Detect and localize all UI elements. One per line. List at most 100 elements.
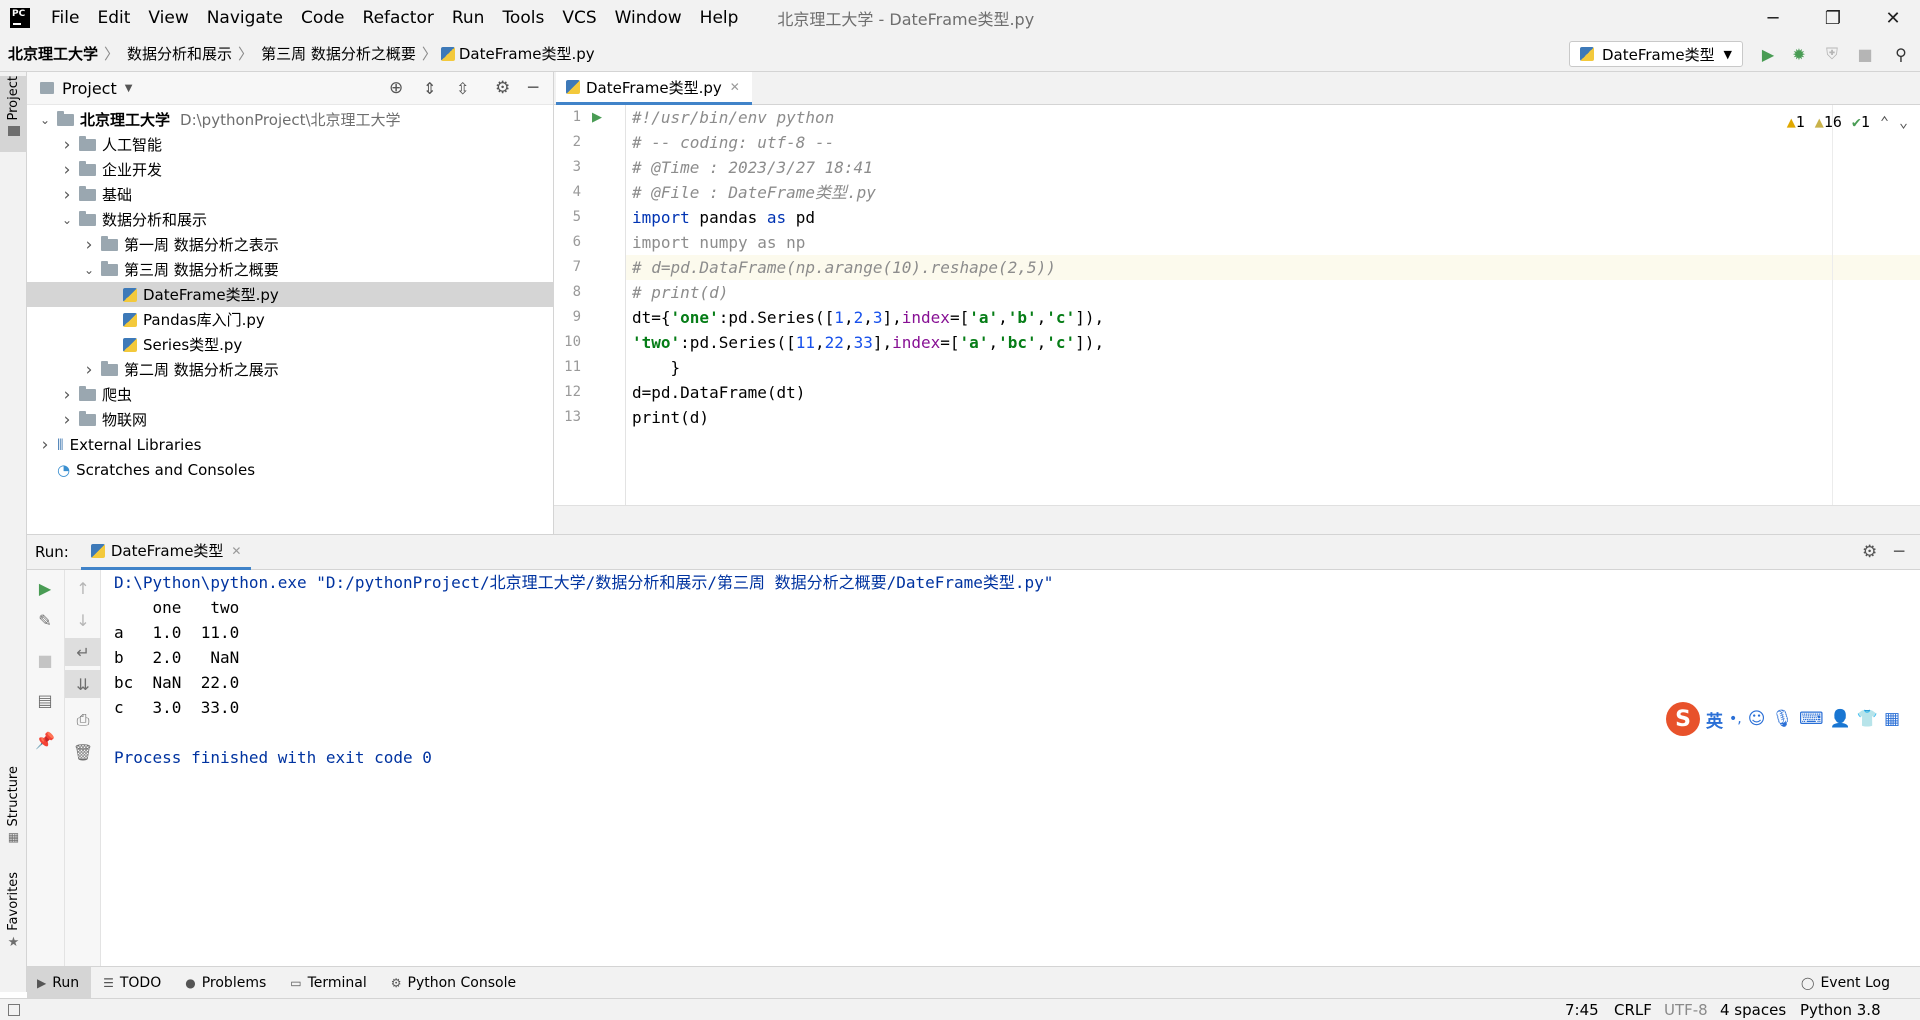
menu-window[interactable]: Window [606, 8, 691, 28]
tree-item[interactable]: Pandas库入门.py [27, 307, 554, 332]
emoji-icon[interactable]: ☺ [1748, 709, 1766, 729]
ime-language-toggle[interactable]: 英 [1706, 707, 1723, 732]
user-icon[interactable]: 👤 [1830, 709, 1851, 729]
tool-tab-problems[interactable]: ● Problems [173, 967, 278, 999]
chevron-right-icon[interactable]: › [81, 235, 97, 255]
chevron-right-icon[interactable]: › [81, 360, 97, 380]
run-settings-gear-icon[interactable]: ⚙ [1862, 542, 1877, 562]
expand-all-icon[interactable]: ⇕ [423, 79, 436, 98]
close-window-button[interactable]: ✕ [1866, 0, 1920, 36]
chevron-right-icon[interactable]: › [37, 435, 53, 455]
tree-item[interactable]: › 人工智能 [27, 132, 554, 157]
menu-file[interactable]: File [42, 8, 88, 28]
chevron-right-icon[interactable]: › [59, 185, 75, 205]
tree-item[interactable]: › ⦀ External Libraries [27, 432, 554, 457]
layout-icon[interactable]: ▤ [27, 686, 63, 714]
debug-icon[interactable]: ✹ [1789, 44, 1809, 64]
menu-edit[interactable]: Edit [88, 8, 139, 28]
print-icon[interactable]: ⎙ [65, 706, 101, 734]
tree-item[interactable]: › 第一周 数据分析之表示 [27, 232, 554, 257]
pin-tab-icon[interactable]: 📌 [27, 726, 63, 754]
chevron-right-icon[interactable]: › [59, 410, 75, 430]
tree-item[interactable]: › 爬虫 [27, 382, 554, 407]
previous-highlight-icon[interactable]: ⌃ [1880, 113, 1889, 131]
tool-tab-python-console[interactable]: ⚙ Python Console [379, 967, 528, 999]
scroll-to-end-icon[interactable]: ⇊ [65, 670, 101, 698]
run-icon[interactable]: ▶ [1758, 44, 1778, 64]
chevron-right-icon[interactable]: › [59, 385, 75, 405]
run-gutter-icon[interactable]: ▶ [592, 110, 602, 125]
structure-tool-tab[interactable]: Structure ▦ [0, 766, 27, 844]
menu-view[interactable]: View [139, 8, 197, 28]
project-view-title[interactable]: Project [62, 79, 117, 98]
stop-process-icon[interactable]: ■ [27, 646, 63, 674]
chevron-down-icon[interactable]: ⌄ [59, 213, 75, 227]
tree-item[interactable]: ⌄ 数据分析和展示 [27, 207, 554, 232]
indent-setting[interactable]: 4 spaces [1720, 1001, 1786, 1019]
breadcrumb-file[interactable]: DateFrame类型.py [455, 43, 601, 64]
tree-item[interactable]: ⌄ 北京理工大学 D:\pythonProject\北京理工大学 [27, 107, 554, 132]
soft-wrap-icon[interactable]: ↵ [65, 638, 101, 666]
caret-position[interactable]: 7:45 [1565, 1001, 1599, 1019]
rerun-icon[interactable]: ▶ [27, 574, 63, 602]
minimize-button[interactable]: ─ [1746, 0, 1800, 36]
menu-help[interactable]: Help [691, 8, 748, 28]
toolbox-grid-icon[interactable]: ▦ [1884, 709, 1900, 729]
tool-tab-run[interactable]: ▶ Run [27, 966, 92, 999]
tool-tab-event-log[interactable]: ◯ Event Log [1789, 967, 1902, 999]
warning-count[interactable]: ▲1 [1787, 113, 1805, 131]
scroll-up-icon[interactable]: ↑ [65, 574, 101, 602]
chevron-right-icon[interactable]: › [59, 160, 75, 180]
tree-item[interactable]: › 企业开发 [27, 157, 554, 182]
favorites-tool-tab[interactable]: Favorites ★ [0, 872, 27, 964]
next-highlight-icon[interactable]: ⌄ [1899, 113, 1908, 131]
run-configuration-select[interactable]: DateFrame类型 ▼ [1569, 41, 1743, 67]
chevron-right-icon[interactable]: › [59, 135, 75, 155]
search-everywhere-icon[interactable]: ⚲ [1891, 44, 1911, 64]
python-interpreter[interactable]: Python 3.8 [1800, 1001, 1881, 1019]
sogou-logo-icon[interactable]: S [1666, 702, 1700, 736]
close-run-tab-icon[interactable]: ✕ [231, 544, 241, 558]
tree-item[interactable]: › 第二周 数据分析之展示 [27, 357, 554, 382]
breadcrumb-subfolder[interactable]: 第三周 数据分析之概要 [253, 43, 422, 64]
skin-shirt-icon[interactable]: 👕 [1857, 709, 1878, 729]
menu-code[interactable]: Code [292, 8, 354, 28]
run-console-output[interactable]: D:\Python\python.exe "D:/pythonProject/北… [101, 570, 1920, 966]
hide-panel-icon[interactable]: ─ [528, 78, 538, 98]
tree-item[interactable]: Series类型.py [27, 332, 554, 357]
editor-tab-dateframe[interactable]: DateFrame类型.py ✕ [556, 72, 752, 105]
microphone-icon[interactable]: 🎙 [1771, 709, 1793, 729]
keyboard-icon[interactable]: ⌨ [1799, 709, 1824, 729]
tree-item[interactable]: › 基础 [27, 182, 554, 207]
coverage-icon[interactable]: ⛨ [1822, 44, 1842, 64]
hide-run-panel-icon[interactable]: ─ [1894, 542, 1904, 562]
menu-refactor[interactable]: Refactor [354, 8, 443, 28]
trash-icon[interactable]: 🗑 [65, 738, 101, 766]
gear-icon[interactable]: ⚙ [495, 78, 510, 98]
breadcrumb-project[interactable]: 北京理工大学 [0, 43, 104, 64]
chevron-down-icon[interactable]: ⌄ [37, 113, 53, 127]
tree-item[interactable]: › 物联网 [27, 407, 554, 432]
chevron-down-icon[interactable]: ▼ [125, 83, 133, 94]
inspection-widget[interactable]: ▲1 ▲16 ✔1 ⌃ ⌄ [1787, 113, 1908, 131]
wrench-icon[interactable]: ✎ [27, 606, 63, 634]
collapse-all-icon[interactable]: ⇳ [456, 79, 469, 98]
tree-item[interactable]: ⌄ 第三周 数据分析之概要 [27, 257, 554, 282]
scroll-down-icon[interactable]: ↓ [65, 606, 101, 634]
menu-run[interactable]: Run [443, 8, 494, 28]
stop-icon[interactable]: ■ [1855, 44, 1875, 64]
menu-navigate[interactable]: Navigate [198, 8, 292, 28]
line-separator[interactable]: CRLF [1614, 1001, 1652, 1019]
toggle-tool-windows-icon[interactable] [8, 1004, 20, 1016]
restore-button[interactable]: ❐ [1806, 0, 1860, 36]
menu-tools[interactable]: Tools [493, 8, 553, 28]
breadcrumb-folder[interactable]: 数据分析和展示 [119, 43, 238, 64]
weak-warning-count[interactable]: ▲16 [1815, 113, 1842, 131]
locate-file-icon[interactable]: ⊕ [389, 78, 403, 98]
file-encoding[interactable]: UTF-8 [1664, 1001, 1708, 1019]
tool-tab-terminal[interactable]: ▭ Terminal [278, 967, 379, 999]
ime-punctuation-toggle[interactable]: •, [1729, 711, 1742, 727]
tree-item[interactable]: ◔ Scratches and Consoles [27, 457, 554, 482]
close-tab-icon[interactable]: ✕ [730, 80, 740, 94]
run-tab-dateframe[interactable]: DateFrame类型 ✕ [80, 534, 252, 570]
